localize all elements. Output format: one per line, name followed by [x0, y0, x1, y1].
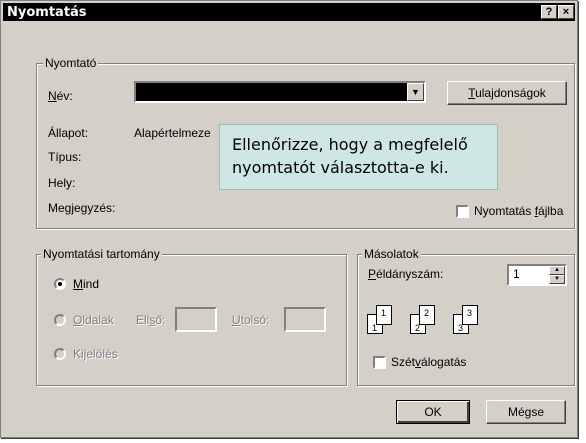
range-selection-radio[interactable]: [54, 348, 66, 360]
collate-page-icon: 2: [419, 305, 435, 325]
range-all-radio[interactable]: [54, 278, 66, 290]
range-from-input[interactable]: [175, 307, 217, 332]
chevron-down-icon[interactable]: ▼: [407, 83, 424, 101]
spin-down-icon[interactable]: ▼: [549, 275, 565, 284]
collate-page-icon: 1: [376, 305, 392, 325]
radio-dot-icon: [58, 282, 62, 286]
print-dialog: Nyomtatás ? × Nyomtató Név: ▼ Tulajdonsá…: [0, 0, 578, 438]
range-to-input[interactable]: [284, 307, 326, 332]
spinner-buttons: ▲ ▼: [549, 266, 565, 284]
collate-label[interactable]: Szétválogatás: [391, 355, 466, 369]
type-label: Típus:: [48, 150, 82, 164]
cancel-button[interactable]: Mégse: [486, 400, 566, 424]
properties-button[interactable]: Tulajdonságok: [447, 81, 567, 105]
printer-name-label: Név:: [48, 89, 73, 103]
ok-button[interactable]: OK: [396, 400, 470, 424]
tooltip-line-1: Ellenőrizze, hogy a megfelelő: [232, 135, 468, 154]
copies-count-value: 1: [513, 267, 520, 281]
spin-up-icon[interactable]: ▲: [549, 266, 565, 275]
title-bar: Nyomtatás ? ×: [3, 3, 575, 21]
print-to-file-label[interactable]: Nyomtatás fájlba: [474, 204, 563, 218]
help-button[interactable]: ?: [541, 5, 557, 19]
print-to-file-checkbox[interactable]: [456, 205, 469, 218]
range-selection-label[interactable]: Kijelölés: [73, 347, 118, 361]
copies-count-spinner[interactable]: 1 ▲ ▼: [507, 264, 567, 286]
range-pages-radio[interactable]: [54, 314, 66, 326]
hint-tooltip: Ellenőrizze, hogy a megfelelő nyomtatót …: [219, 124, 498, 190]
dialog-title: Nyomtatás: [7, 5, 87, 20]
status-value: Alapértelmeze: [134, 126, 211, 140]
copies-count-label: Példányszám:: [368, 267, 444, 281]
printer-group-label: Nyomtató: [43, 56, 99, 70]
close-button[interactable]: ×: [558, 5, 574, 19]
range-pages-label[interactable]: Oldalak: [73, 313, 114, 327]
collate-checkbox[interactable]: [373, 356, 386, 369]
location-label: Hely:: [48, 176, 76, 190]
comment-label: Megjegyzés:: [48, 201, 116, 215]
range-from-label: Ellső:: [136, 313, 166, 327]
collate-page-icon: 3: [462, 305, 478, 325]
range-to-label: Utolsó:: [232, 313, 270, 327]
print-range-group-label: Nyomtatási tartomány: [41, 247, 162, 261]
tooltip-line-2: nyomtatót választotta-e ki.: [232, 158, 449, 177]
copies-group-label: Másolatok: [362, 247, 421, 261]
range-all-label[interactable]: Mind: [73, 277, 99, 291]
printer-name-combo[interactable]: ▼: [134, 81, 426, 103]
status-label: Állapot:: [48, 126, 89, 140]
